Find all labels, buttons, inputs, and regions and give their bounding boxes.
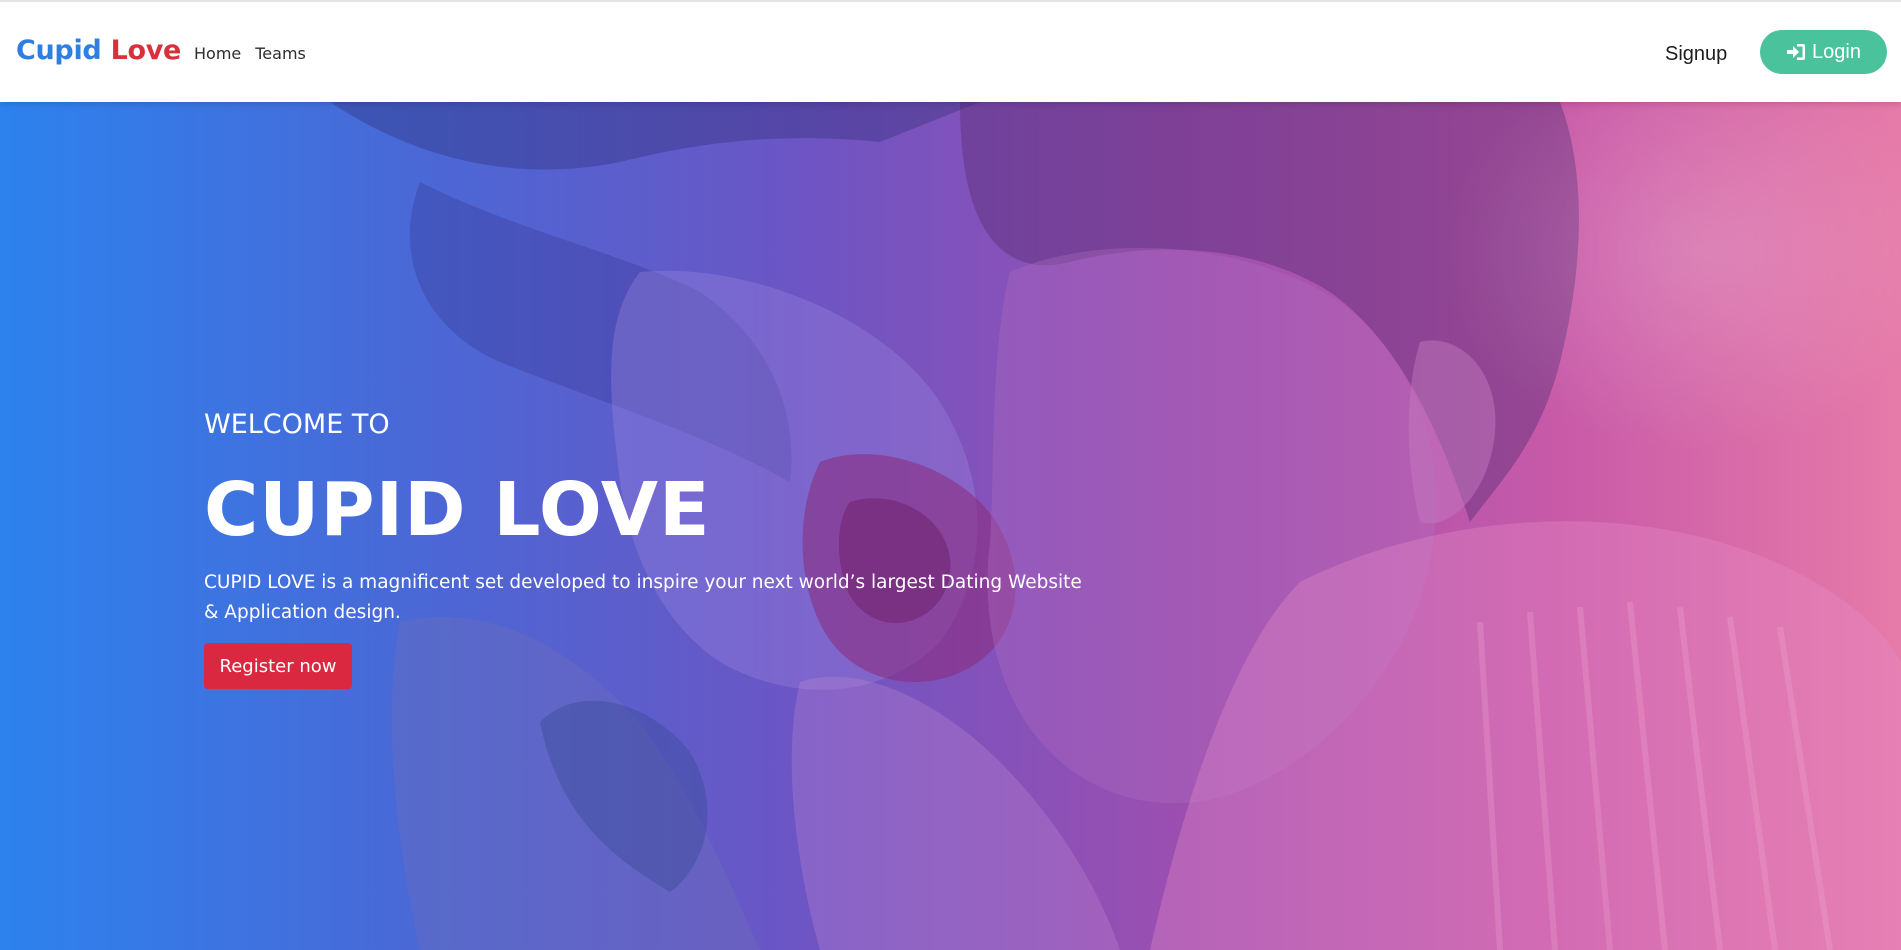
register-now-button[interactable]: Register now [204, 643, 352, 689]
login-button-label: Login [1812, 40, 1861, 63]
brand-logo[interactable]: Cupid Love [16, 34, 181, 68]
nav-link-home[interactable]: Home [194, 43, 241, 65]
hero-description: CUPID LOVE is a magnificent set develope… [204, 572, 1082, 623]
brand-logo-first-word: Cupid [16, 35, 102, 66]
hero-section: WELCOME TO CUPID LOVE CUPID LOVE is a ma… [0, 102, 1901, 950]
sign-in-icon [1786, 43, 1806, 61]
nav-link-teams[interactable]: Teams [255, 43, 306, 65]
brand-logo-second-word: Love [110, 35, 182, 66]
signup-link[interactable]: Signup [1665, 41, 1727, 67]
top-navbar: Cupid Love Home Teams Signup Login [0, 0, 1901, 102]
login-button[interactable]: Login [1760, 30, 1887, 74]
hero-title: CUPID LOVE [204, 467, 711, 553]
hero-welcome-text: WELCOME TO [204, 409, 390, 440]
main-nav: Home Teams [194, 43, 306, 65]
